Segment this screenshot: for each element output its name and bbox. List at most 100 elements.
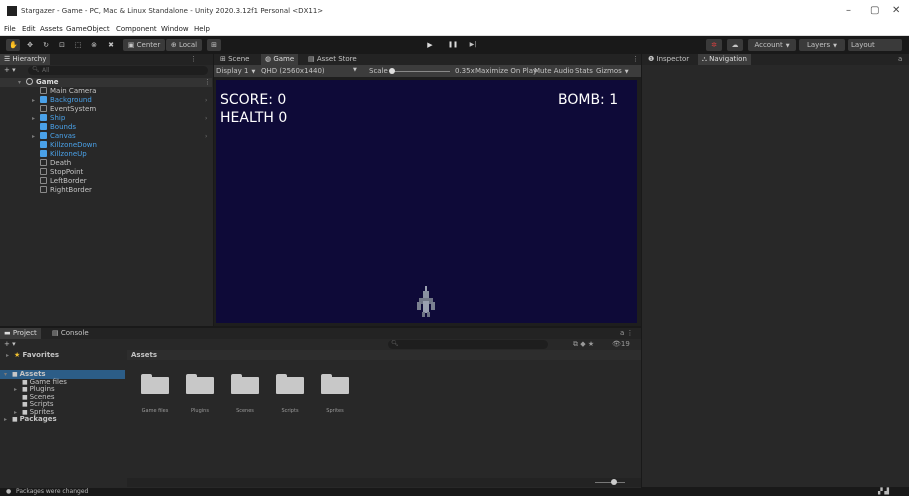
icon-size-slider-handle[interactable] <box>611 479 617 485</box>
hierarchy-item[interactable]: Main Camera <box>0 87 212 96</box>
menu-edit[interactable]: Edit <box>22 25 36 33</box>
project-tree-item[interactable]: ▸ ■ Packages <box>0 415 125 424</box>
mute-audio-toggle[interactable]: Mute Audio <box>534 67 574 75</box>
display-dropdown[interactable]: Display 1 ▼ <box>216 67 255 75</box>
transform-tool-icon[interactable]: ⊗ <box>88 39 100 51</box>
cloud-icon[interactable]: ☁ <box>727 39 743 51</box>
favorites-label: Favorites <box>22 351 60 359</box>
tab-navigation[interactable]: ⛬ Navigation <box>698 54 751 65</box>
tab-console[interactable]: ▤ Console <box>48 328 93 339</box>
tab-game[interactable]: ◍ Game <box>261 54 299 65</box>
folder-icon[interactable] <box>186 374 214 394</box>
hierarchy-add-button[interactable]: + ▾ <box>4 66 16 74</box>
project-add-button[interactable]: + ▾ <box>4 340 16 348</box>
icon-size-slider-track[interactable] <box>595 482 625 483</box>
pivot-toggle[interactable]: ▣ Center <box>123 39 165 51</box>
scale-slider-track[interactable] <box>392 71 450 72</box>
expand-arrow-icon[interactable]: › <box>205 114 207 123</box>
step-button[interactable]: ▶| <box>466 39 480 51</box>
hand-tool-icon[interactable]: ✋ <box>6 39 20 51</box>
menu-assets[interactable]: Assets <box>40 25 63 33</box>
foldout-arrow-icon[interactable]: ▸ <box>4 415 12 424</box>
play-button[interactable]: ▶ <box>423 39 437 51</box>
foldout-arrow-icon[interactable]: ▸ <box>32 132 40 141</box>
stats-toggle[interactable]: Stats <box>575 67 593 75</box>
console-tab-label: Console <box>60 329 89 337</box>
tab-scene[interactable]: ⊞ Scene <box>216 54 253 65</box>
rect-tool-icon[interactable]: ⬚ <box>72 39 84 51</box>
collab-icon[interactable]: ✲ <box>706 39 722 51</box>
layout-dropdown[interactable]: Layout <box>848 39 902 51</box>
hierarchy-item[interactable]: ▸ Ship › <box>0 114 212 123</box>
inspector-panel: ❶ Inspector ⛬ Navigation a <box>642 54 909 487</box>
scale-tool-icon[interactable]: ⊡ <box>56 39 68 51</box>
hierarchy-item[interactable]: Death <box>0 159 212 168</box>
tab-hierarchy[interactable]: ☰ Hierarchy <box>0 54 51 65</box>
menu-gameobject[interactable]: GameObject <box>66 25 110 33</box>
scale-slider-handle[interactable] <box>389 68 395 74</box>
folder-label[interactable]: Plugins <box>180 408 220 414</box>
hierarchy-item-label: Ship <box>50 114 66 122</box>
folder-icon[interactable] <box>141 374 169 394</box>
hierarchy-item[interactable]: KillzoneUp <box>0 150 212 159</box>
custom-tool-icon[interactable]: ✖ <box>104 39 118 51</box>
favorites-item[interactable]: ▸ ★ Favorites <box>6 351 59 360</box>
lock-icon[interactable]: ⋮ <box>190 55 197 63</box>
scene-menu-icon[interactable]: ⋮ <box>204 78 211 87</box>
hierarchy-item[interactable]: ▸ Canvas › <box>0 132 212 141</box>
foldout-arrow-icon[interactable]: ▸ <box>32 114 40 123</box>
resolution-dropdown[interactable]: QHD (2560x1440) <box>261 67 325 75</box>
tab-project[interactable]: ▬ Project <box>0 328 41 339</box>
space-toggle[interactable]: ⊕ Local <box>166 39 202 51</box>
project-search-input[interactable]: 🔍︎ <box>388 340 548 349</box>
layers-dropdown[interactable]: Layers ▼ <box>799 39 845 51</box>
hierarchy-item[interactable]: KillzoneDown <box>0 141 212 150</box>
folder-label[interactable]: Game files <box>135 408 175 414</box>
gameobject-icon <box>40 186 47 193</box>
resolution-caret-icon[interactable]: ▼ <box>353 67 357 73</box>
folder-icon[interactable] <box>321 374 349 394</box>
folder-icon[interactable] <box>276 374 304 394</box>
hidden-count-icon[interactable]: 👁︎19 <box>612 340 630 348</box>
tab-inspector[interactable]: ❶ Inspector <box>644 54 693 65</box>
progress-icon[interactable]: ▞ ▟ <box>878 488 889 495</box>
menu-component[interactable]: Component <box>116 25 157 33</box>
close-button[interactable]: ✕ <box>892 5 900 16</box>
rotate-tool-icon[interactable]: ↻ <box>40 39 52 51</box>
game-view[interactable]: SCORE: 0 HEALTH 0 BOMB: 1 <box>216 80 637 323</box>
hierarchy-item[interactable]: Bounds <box>0 123 212 132</box>
hierarchy-search-input[interactable]: 🔍︎ All <box>28 66 208 75</box>
tab-asset-store[interactable]: ▤ Asset Store <box>304 54 361 65</box>
foldout-arrow-icon[interactable]: ▸ <box>32 96 40 105</box>
hierarchy-item[interactable]: StopPoint <box>0 168 212 177</box>
expand-arrow-icon[interactable]: › <box>205 96 207 105</box>
hierarchy-item-label: Bounds <box>50 123 77 131</box>
folder-label[interactable]: Scripts <box>270 408 310 414</box>
menu-file[interactable]: File <box>4 25 16 33</box>
minimize-button[interactable]: – <box>846 5 851 16</box>
gizmos-dropdown[interactable]: Gizmos ▼ <box>596 67 629 75</box>
account-dropdown[interactable]: Account ▼ <box>748 39 796 51</box>
inspector-lock-icon[interactable]: a <box>898 55 902 63</box>
folder-label[interactable]: Sprites <box>315 408 355 414</box>
hierarchy-item[interactable]: ▸ Background › <box>0 96 212 105</box>
filter-icons[interactable]: ⧉ ◆ ★ <box>573 340 594 349</box>
scene-row[interactable]: ▾ Game ⋮ <box>0 78 212 87</box>
menu-help[interactable]: Help <box>194 25 210 33</box>
expand-arrow-icon[interactable]: › <box>205 132 207 141</box>
maximize-on-play-toggle[interactable]: Maximize On Play <box>475 67 537 75</box>
breadcrumb-assets[interactable]: Assets <box>131 351 157 359</box>
hierarchy-item[interactable]: RightBorder <box>0 186 212 195</box>
pause-button[interactable]: ❚❚ <box>446 39 460 51</box>
grid-snap-icon[interactable]: ⊞ <box>207 39 221 51</box>
maximize-button[interactable]: ▢ <box>870 5 879 16</box>
folder-icon[interactable] <box>231 374 259 394</box>
hierarchy-item[interactable]: EventSystem <box>0 105 212 114</box>
center-menu-icon[interactable]: ⋮ <box>632 55 639 63</box>
hierarchy-item[interactable]: LeftBorder <box>0 177 212 186</box>
hierarchy-item-label: StopPoint <box>50 168 84 176</box>
project-menu-icon[interactable]: a ⋮ <box>620 329 634 337</box>
move-tool-icon[interactable]: ✥ <box>24 39 36 51</box>
folder-label[interactable]: Scenes <box>225 408 265 414</box>
menu-window[interactable]: Window <box>161 25 189 33</box>
